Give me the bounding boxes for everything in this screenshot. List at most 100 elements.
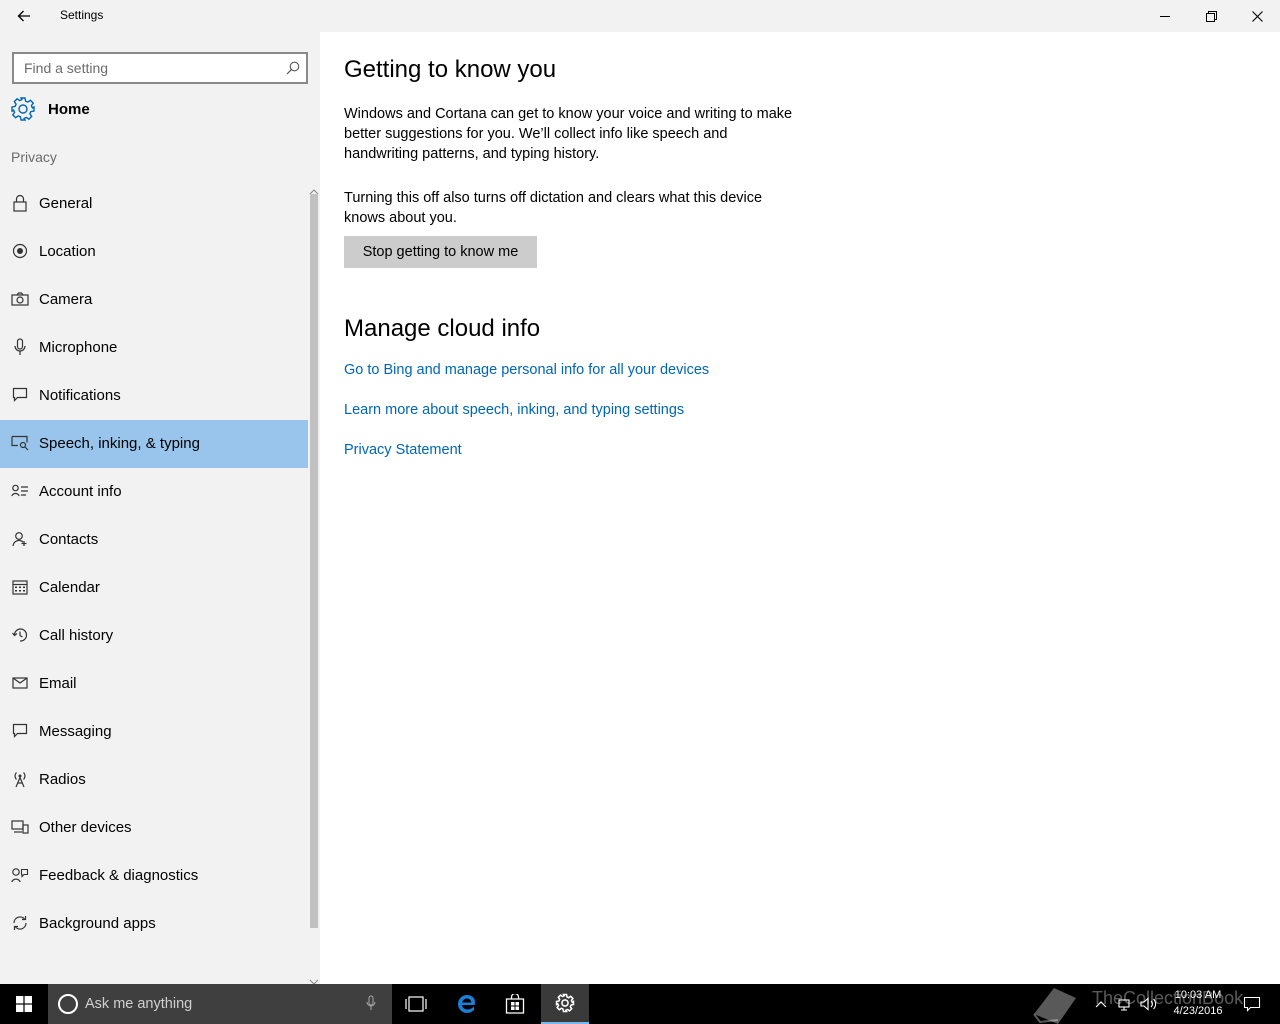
privacy-statement-link[interactable]: Privacy Statement xyxy=(344,442,462,458)
warning-paragraph: Turning this off also turns off dictatio… xyxy=(344,190,763,226)
restore-button[interactable] xyxy=(1188,0,1234,32)
action-center-icon[interactable] xyxy=(1243,994,1261,1019)
sidebar-item-label: General xyxy=(39,195,93,212)
speech-inking-icon xyxy=(11,434,29,452)
sidebar-item-radios[interactable]: Radios xyxy=(0,756,308,804)
gear-icon xyxy=(555,993,575,1013)
close-icon xyxy=(1251,10,1263,22)
camera-icon xyxy=(11,290,29,308)
sidebar-item-messaging[interactable]: Messaging xyxy=(0,708,308,756)
home-link[interactable]: Home xyxy=(10,96,90,122)
minimize-icon xyxy=(1160,16,1170,17)
taskbar-clock[interactable]: 10:03 AM 4/23/2016 xyxy=(1160,987,1236,1019)
gear-icon xyxy=(11,97,35,121)
microphone-icon xyxy=(11,338,29,356)
sidebar-item-feedback-diagnostics[interactable]: Feedback & diagnostics xyxy=(0,852,308,900)
sidebar: Find a setting Home Privacy General Loca… xyxy=(0,32,320,985)
clock-time: 10:03 AM xyxy=(1174,989,1222,1001)
sidebar-item-label: Notifications xyxy=(39,387,121,404)
bing-personal-info-link[interactable]: Go to Bing and manage personal info for … xyxy=(344,362,709,378)
windows-logo-icon xyxy=(16,996,32,1012)
section-title-cloud-info: Manage cloud info xyxy=(344,315,541,342)
sidebar-item-label: Camera xyxy=(39,291,93,308)
section-heading-privacy: Privacy xyxy=(11,149,57,165)
search-input[interactable]: Find a setting xyxy=(12,52,308,84)
sidebar-item-label: Other devices xyxy=(39,819,132,836)
notifications-icon xyxy=(11,386,29,404)
sidebar-item-label: Calendar xyxy=(39,579,100,596)
radios-icon xyxy=(11,770,29,788)
restore-icon xyxy=(1205,10,1217,22)
cortana-icon xyxy=(58,994,78,1014)
window-title: Settings xyxy=(60,8,104,22)
location-icon xyxy=(11,242,29,260)
settings-taskbar-button[interactable] xyxy=(541,984,589,1024)
edge-button[interactable] xyxy=(443,984,491,1024)
sidebar-item-label: Email xyxy=(39,675,77,692)
sidebar-item-label: Speech, inking, & typing xyxy=(39,435,200,452)
close-button[interactable] xyxy=(1234,0,1280,32)
back-button[interactable] xyxy=(0,0,48,32)
sidebar-item-label: Contacts xyxy=(39,531,99,548)
lock-icon xyxy=(11,194,29,212)
store-button[interactable] xyxy=(491,984,539,1024)
sidebar-item-calendar[interactable]: Calendar xyxy=(0,564,308,612)
title-bar: Settings xyxy=(0,0,1280,32)
messaging-icon xyxy=(11,722,29,740)
other-devices-icon xyxy=(11,818,29,836)
sidebar-item-other-devices[interactable]: Other devices xyxy=(0,804,308,852)
volume-icon[interactable] xyxy=(1140,994,1158,1019)
sidebar-item-call-history[interactable]: Call history xyxy=(0,612,308,660)
sidebar-item-speech-inking-typing[interactable]: Speech, inking, & typing xyxy=(0,420,308,468)
account-info-icon xyxy=(11,482,29,500)
calendar-icon xyxy=(11,578,29,596)
call-history-icon xyxy=(11,626,29,644)
sidebar-item-notifications[interactable]: Notifications xyxy=(0,372,308,420)
background-apps-icon xyxy=(11,914,29,932)
scrollbar-thumb[interactable] xyxy=(310,194,318,928)
sidebar-item-background-apps[interactable]: Background apps xyxy=(0,900,308,948)
edge-icon xyxy=(458,995,475,1013)
contacts-icon xyxy=(11,530,29,548)
store-icon xyxy=(505,994,525,1014)
taskbar: Ask me anything TheCollectionBook 10:03 … xyxy=(0,984,1280,1024)
sidebar-item-account-info[interactable]: Account info xyxy=(0,468,308,516)
cortana-placeholder: Ask me anything xyxy=(85,996,193,1012)
sidebar-item-contacts[interactable]: Contacts xyxy=(0,516,308,564)
sidebar-item-email[interactable]: Email xyxy=(0,660,308,708)
search-icon[interactable] xyxy=(286,61,300,80)
watermark-book-icon xyxy=(1030,984,1080,1024)
sidebar-item-label: Call history xyxy=(39,627,114,644)
sidebar-item-label: Background apps xyxy=(39,915,156,932)
sidebar-item-label: Radios xyxy=(39,771,86,788)
show-hidden-icons-icon[interactable] xyxy=(1095,994,1107,1019)
network-icon[interactable] xyxy=(1118,994,1134,1019)
email-icon xyxy=(11,674,29,692)
task-view-button[interactable] xyxy=(392,984,440,1024)
microphone-icon[interactable] xyxy=(366,995,376,1016)
sidebar-item-label: Feedback & diagnostics xyxy=(39,867,199,884)
task-view-icon xyxy=(405,996,427,1012)
sidebar-item-label: Microphone xyxy=(39,339,118,356)
back-arrow-icon xyxy=(17,10,30,22)
clock-date: 4/23/2016 xyxy=(1173,1005,1223,1017)
description-paragraph: Windows and Cortana can get to know your… xyxy=(344,106,793,162)
privacy-nav-list: General Location Camera Microphone Notif… xyxy=(0,180,308,948)
sidebar-item-general[interactable]: General xyxy=(0,180,308,228)
page-title: Getting to know you xyxy=(344,56,557,83)
sidebar-item-location[interactable]: Location xyxy=(0,228,308,276)
sidebar-item-label: Messaging xyxy=(39,723,112,740)
search-placeholder: Find a setting xyxy=(24,60,109,76)
sidebar-item-label: Location xyxy=(39,243,96,260)
minimize-button[interactable] xyxy=(1142,0,1188,32)
cortana-search-box[interactable]: Ask me anything xyxy=(48,984,392,1024)
sidebar-item-label: Account info xyxy=(39,483,122,500)
learn-more-link[interactable]: Learn more about speech, inking, and typ… xyxy=(344,402,684,418)
home-label: Home xyxy=(48,100,90,118)
start-button[interactable] xyxy=(0,984,48,1024)
feedback-icon xyxy=(11,866,29,884)
sidebar-item-camera[interactable]: Camera xyxy=(0,276,308,324)
main-content: Getting to know you Windows and Cortana … xyxy=(320,32,1280,984)
sidebar-item-microphone[interactable]: Microphone xyxy=(0,324,308,372)
stop-getting-to-know-me-button[interactable]: Stop getting to know me xyxy=(344,236,537,268)
